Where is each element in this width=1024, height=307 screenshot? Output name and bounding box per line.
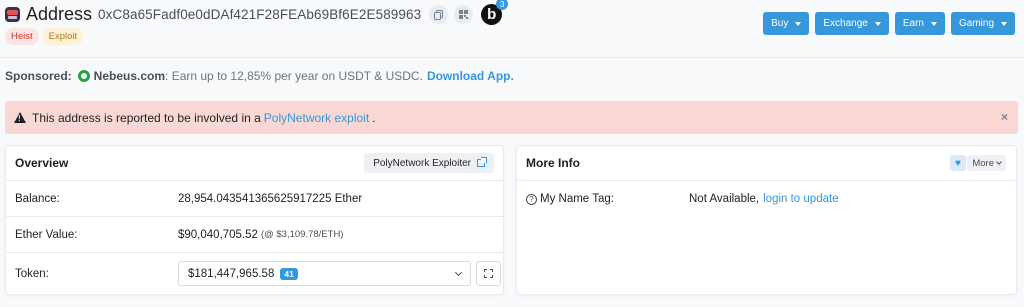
sponsored-label: Sponsored: [5,69,72,83]
tag-heist[interactable]: Heist [5,28,39,45]
gaming-dropdown-button[interactable]: Gaming [950,12,1015,35]
token-row: Token: $181,447,965.58 41 [6,253,503,294]
exchange-label: Exchange [823,18,868,29]
gaming-label: Gaming [958,18,994,29]
overview-card: Overview PolyNetwork Exploiter Balance: … [5,145,504,295]
token-value: $181,447,965.58 [188,267,275,280]
address-tags: Heist Exploit [5,28,84,45]
ether-value: $90,040,705.52 [178,228,258,241]
ether-value-label: Ether Value: [15,228,78,241]
nebeus-logo-icon [77,70,90,82]
login-to-update-link[interactable]: login to update [763,193,838,205]
token-label: Token: [15,267,49,280]
sponsor-brand-link[interactable]: Nebeus.com [94,69,165,83]
sponsor-text: : Earn up to 12,85% per year on USDT & U… [165,69,423,83]
address-hash: 0xC8a65Fadf0e0dDAf421F28FEAb69Bf6E2E5899… [98,7,422,22]
name-tag-value: Not Available, [689,193,760,205]
ether-price: (@ $3,109.78/ETH) [260,229,344,240]
page-title: Address [26,4,93,24]
warning-icon [14,112,26,123]
token-count-badge: 41 [280,267,298,280]
question-circle-icon: ? [526,194,537,205]
notification-count-badge: 3 [496,0,509,10]
more-info-title: More Info [526,156,580,170]
alert-suffix: . [372,110,376,125]
overview-title: Overview [15,156,69,170]
external-link-icon [477,157,487,167]
name-tag-label-wrap: ? My Name Tag: [526,193,689,205]
balance-row: Balance: 28,954.043541365625917225 Ether [6,181,503,217]
page-header: Address 0xC8a65Fadf0e0dDAf421F28FEAb69Bf… [5,0,509,25]
balance-value: 28,954.043541365625917225 Ether [178,192,363,205]
more-dropdown-button[interactable]: More [967,155,1006,171]
name-tag-label: My Name Tag: [540,193,614,205]
name-tag-row: ? My Name Tag: Not Available, login to up… [517,181,1016,217]
balance-label: Balance: [15,192,60,205]
blockscan-letter: b [487,6,497,23]
header-divider [0,57,1024,58]
caret-down-icon [930,21,937,26]
qr-code-icon[interactable] [454,5,474,24]
address-avatar-icon [5,7,20,22]
chevron-down-icon [454,268,463,277]
caret-down-icon [795,21,802,26]
download-app-link[interactable]: Download App. [427,69,514,83]
buy-label: Buy [771,18,789,29]
expand-icon [484,269,493,278]
more-label: More [972,157,994,169]
earn-dropdown-button[interactable]: Earn [894,12,945,35]
polynetwork-exploiter-button[interactable]: PolyNetwork Exploiter [364,153,494,173]
more-info-header: More Info ♥ More [517,146,1016,181]
sponsored-banner: Sponsored: Nebeus.com : Earn up to 12,85… [5,69,514,83]
blockscan-chat-icon[interactable]: b 3 [481,0,509,25]
polynetwork-exploit-link[interactable]: PolyNetwork exploit [264,111,369,125]
token-dropdown[interactable]: $181,447,965.58 41 [178,261,471,286]
ether-value-row: Ether Value: $90,040,705.52 (@ $3,109.78… [6,217,503,253]
exploiter-label: PolyNetwork Exploiter [373,157,471,169]
caret-down-icon [874,21,881,26]
more-info-card: More Info ♥ More ? My Name Tag: Not Avail… [516,145,1017,295]
buy-dropdown-button[interactable]: Buy [763,12,810,35]
tag-exploit[interactable]: Exploit [42,28,84,45]
close-icon[interactable]: × [1001,110,1008,124]
exchange-dropdown-button[interactable]: Exchange [815,12,889,35]
heart-icon[interactable]: ♥ [950,155,966,171]
caret-down-icon [1001,21,1007,26]
expand-token-button[interactable] [476,261,501,286]
chevron-down-icon [996,159,1002,165]
top-menu: Buy Exchange Earn Gaming [763,12,1015,35]
overview-header: Overview PolyNetwork Exploiter [6,146,503,181]
earn-label: Earn [902,18,924,29]
exploit-warning-alert: This address is reported to be involved … [5,101,1018,134]
alert-text: This address is reported to be involved … [32,110,261,125]
copy-icon[interactable] [429,5,449,24]
